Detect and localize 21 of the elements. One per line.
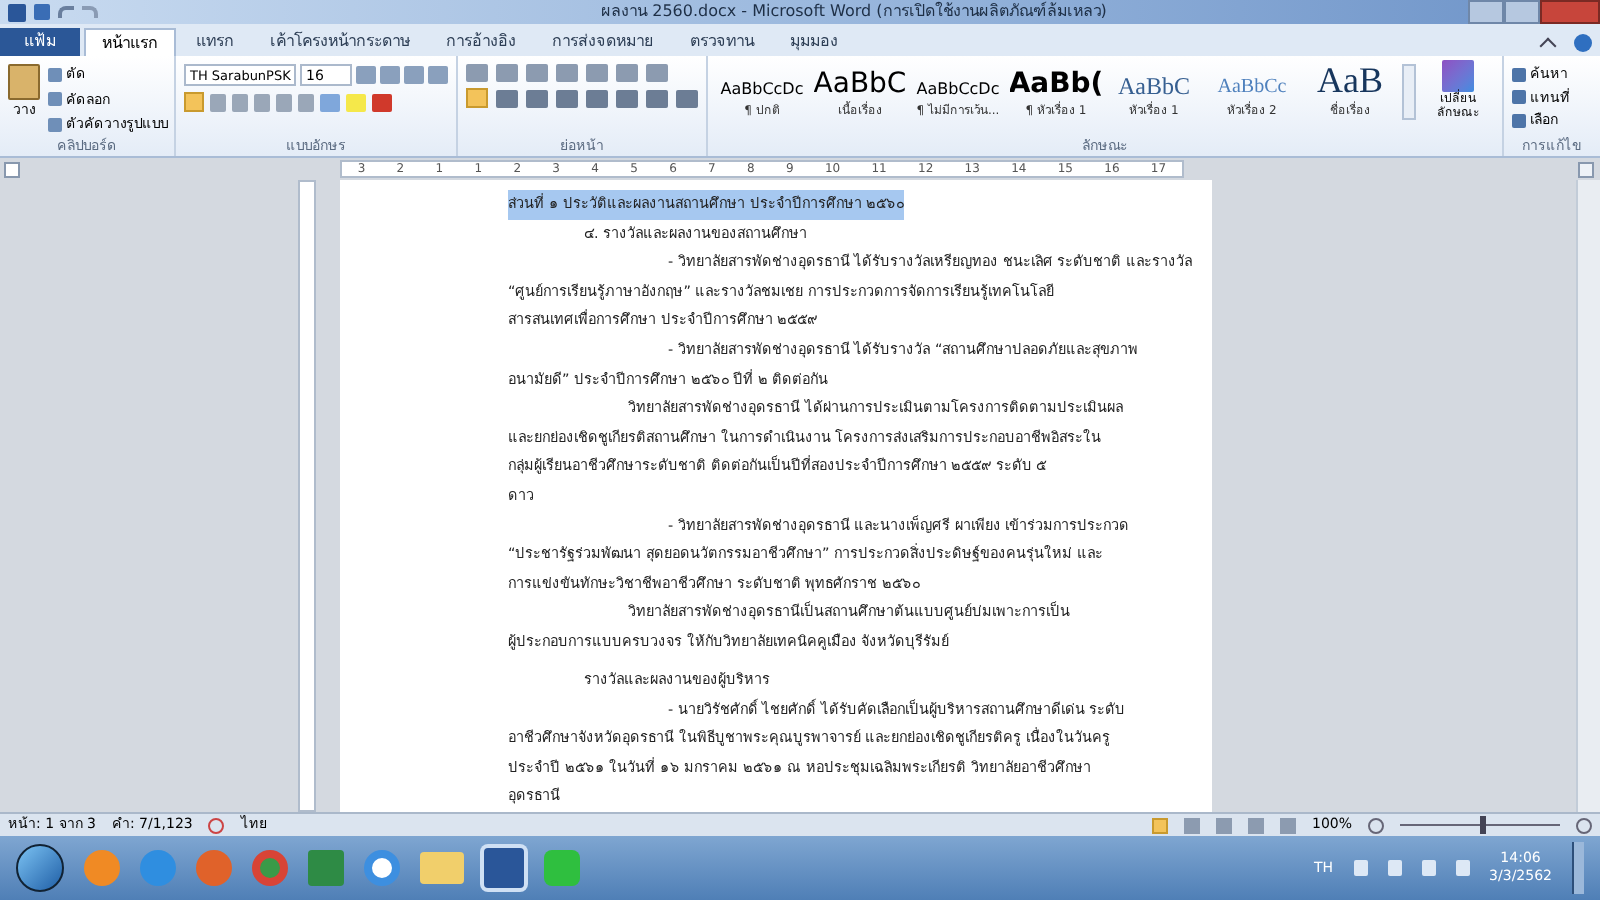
scrollbar-icon[interactable] [1402, 64, 1416, 120]
window-title: ผลงาน 2560.docx - Microsoft Word (การเปิดใช้งานผลิตภัณฑ์ล้มเหลว) [599, 0, 1109, 24]
ribbon-tab[interactable]: การอ้างอิง [430, 28, 532, 56]
show-desktop-button[interactable] [1572, 842, 1584, 894]
ribbon-tab[interactable]: ตรวจทาน [674, 28, 770, 56]
redo-icon[interactable] [82, 6, 98, 18]
ribbon-tab[interactable]: เค้าโครงหน้ากระดาษ [254, 28, 426, 56]
ribbon-tab[interactable]: การส่งจดหมาย [536, 28, 670, 56]
maximize-button[interactable] [1504, 0, 1540, 24]
close-button[interactable] [1540, 0, 1600, 24]
ribbon-tab[interactable]: หน้าแรก [84, 28, 176, 56]
minimize-button[interactable] [1468, 0, 1504, 24]
ruler-toggle-icon[interactable] [1578, 161, 1594, 177]
file-tab[interactable]: แฟ้ม [0, 28, 80, 56]
zoom-thumb[interactable] [1480, 816, 1486, 834]
tab-selector-icon[interactable] [4, 161, 20, 177]
ribbon-tab[interactable]: มุมมอง [774, 28, 854, 56]
ribbon-tab[interactable]: แทรก [180, 28, 250, 56]
undo-icon[interactable] [58, 6, 74, 18]
vertical-scrollbar[interactable] [1576, 180, 1600, 812]
start-button[interactable] [16, 844, 64, 892]
